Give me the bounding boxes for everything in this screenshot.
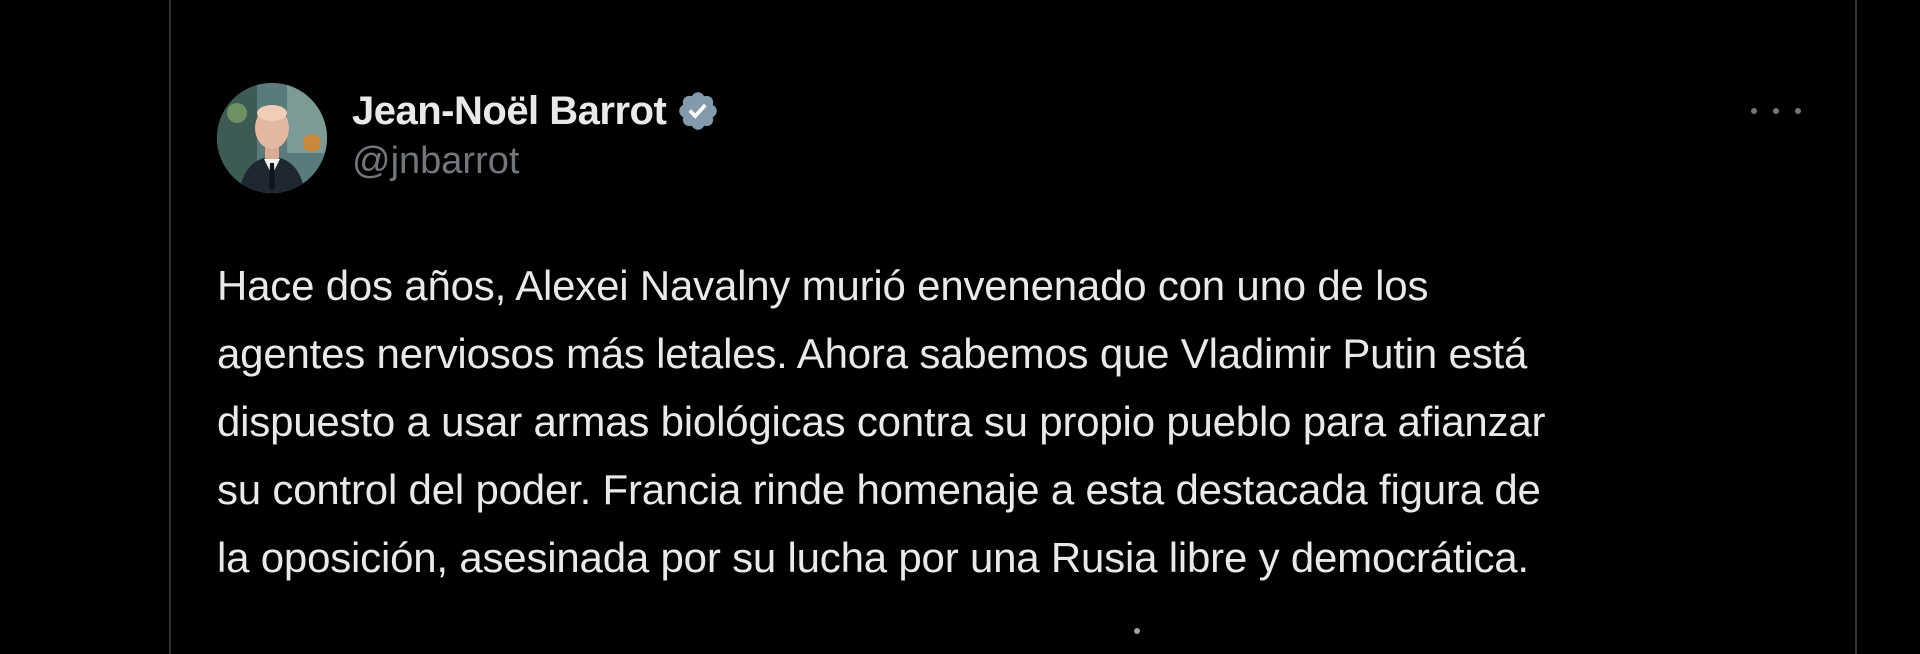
avatar[interactable] bbox=[217, 83, 327, 193]
more-dot bbox=[1773, 108, 1779, 114]
column-border-right bbox=[1855, 0, 1857, 654]
author-display-name[interactable]: Jean-Noël Barrot bbox=[352, 89, 667, 134]
author-handle[interactable]: @jnbarrot bbox=[352, 140, 720, 183]
tweet-text: Hace dos años, Alexei Navalny murió enve… bbox=[217, 262, 1546, 581]
tweet-author: Jean-Noël Barrot @jnbarrot bbox=[352, 86, 720, 183]
more-options-icon[interactable] bbox=[1751, 96, 1801, 126]
more-dot bbox=[1751, 108, 1757, 114]
screenshot-frame: Jean-Noël Barrot @jnbarrot Hace dos años… bbox=[0, 0, 1920, 654]
verified-badge-icon[interactable] bbox=[676, 89, 720, 133]
tweet-card[interactable]: Jean-Noël Barrot @jnbarrot Hace dos años… bbox=[171, 0, 1855, 654]
cropped-content-fragment bbox=[1134, 628, 1140, 634]
name-row: Jean-Noël Barrot bbox=[352, 86, 720, 136]
more-dot bbox=[1795, 108, 1801, 114]
